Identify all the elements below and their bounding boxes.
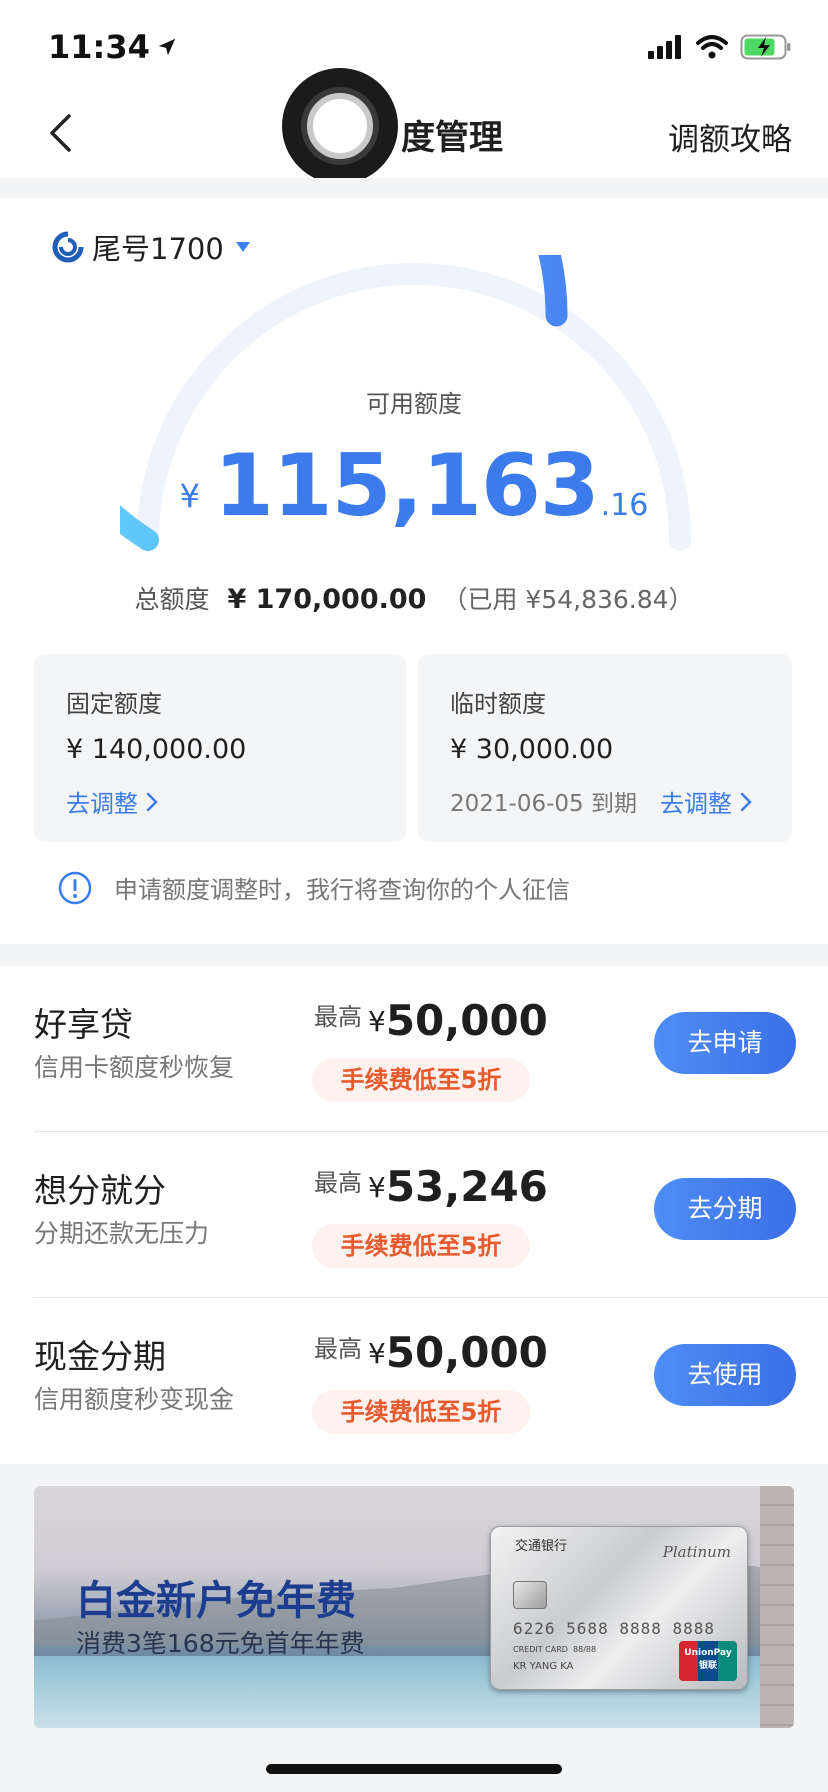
banner-title: 白金新户免年费 [76,1578,356,1624]
available-limit-amount: ¥115,163.16 [0,436,828,536]
nav-bar: 度管理 调额攻略 [0,88,828,178]
use-button[interactable]: 去使用 [654,1344,796,1406]
temporary-limit-amount: ¥ 30,000.00 [450,734,614,765]
record-button-inner [307,93,373,159]
fixed-adjust-label: 去调整 [66,790,138,818]
chevron-right-icon [146,792,158,811]
max-label: 最高 [314,1169,362,1197]
currency-symbol: ¥ [179,477,200,515]
product-max-amount: 最高 ¥50,000 [314,1328,548,1377]
temporary-limit-title: 临时额度 [450,690,546,718]
product-desc: 信用卡额度秒恢复 [34,1053,235,1082]
fee-discount-badge: 手续费低至5折 [312,1058,530,1102]
platinum-card-image: 交通银行 Platinum 6226 5688 8888 8888 CREDIT… [490,1526,748,1690]
product-name: 好享贷 [34,1005,133,1044]
banner-pillar [760,1486,794,1728]
total-limit-line: 总额度 ¥ 170,000.00 （已用 ¥54,836.84） [0,580,828,616]
total-limit-label: 总额度 [134,585,210,614]
card-holder: KR YANG KA [513,1661,574,1672]
battery-charging-icon [740,34,791,60]
status-indicators [648,34,792,60]
product-max-amount: 最高 ¥53,246 [314,1162,548,1211]
home-indicator[interactable] [266,1764,562,1774]
fee-discount-badge: 手续费低至5折 [312,1390,530,1434]
temporary-adjust-label: 去调整 [660,790,732,818]
available-amount-dec: .16 [600,488,649,523]
installment-button[interactable]: 去分期 [654,1178,796,1240]
total-limit-amount: ¥ 170,000.00 [227,584,427,615]
bank-logo-icon [52,231,84,263]
status-time: 11:34 [48,28,178,66]
section-divider [0,944,828,966]
unionpay-text: UnionPay 银联 [684,1648,732,1671]
card-meta: CREDIT CARD 88/88 [513,1645,596,1654]
max-amount-value: 53,246 [385,1162,548,1211]
fixed-limit-title: 固定额度 [66,690,162,718]
temporary-adjust-link[interactable]: 去调整 [660,784,752,819]
product-name: 想分就分 [34,1171,166,1210]
banner-subtitle: 消费3笔168元免首年年费 [76,1629,365,1658]
available-amount-int: 115,163 [213,436,600,536]
product-desc: 分期还款无压力 [34,1219,210,1248]
max-label: 最高 [314,1003,362,1031]
product-max-amount: 最高 ¥50,000 [314,996,548,1045]
product-row: 好享贷 信用卡额度秒恢复 最高 ¥50,000 手续费低至5折 去申请 [0,966,828,1132]
temporary-limit-card: 临时额度 ¥ 30,000.00 2021-06-05 到期 去调整 [418,654,792,842]
status-bar: 11:34 [0,0,828,100]
caret-down-icon [235,242,250,252]
product-name: 现金分期 [34,1337,166,1376]
temporary-expire-date: 2021-06-05 到期 [450,791,637,817]
card-bank-name: 交通银行 [515,1539,568,1554]
card-type: CREDIT CARD [513,1645,568,1654]
info-icon [58,871,92,904]
limit-strategy-link[interactable]: 调额攻略 [668,114,792,159]
unionpay-logo-icon: UnionPay 银联 [679,1641,737,1681]
location-arrow-icon [158,38,176,56]
currency-symbol: ¥ [368,1005,386,1038]
fixed-limit-card: 固定额度 ¥ 140,000.00 去调整 [34,654,406,842]
card-number: 6226 5688 8888 8888 [513,1619,716,1638]
wifi-icon [696,35,728,59]
card-chip-icon [513,1581,547,1609]
screen-record-indicator[interactable] [282,68,398,184]
chevron-right-icon [740,792,752,811]
notice-text: 申请额度调整时，我行将查询你的个人征信 [114,876,570,904]
currency-symbol: ¥ [368,1337,386,1370]
credit-check-notice: 申请额度调整时，我行将查询你的个人征信 [58,870,570,905]
section-divider [0,178,828,198]
used-amount: （已用 ¥54,836.84） [442,585,694,614]
apply-button[interactable]: 去申请 [654,1012,796,1074]
status-time-text: 11:34 [48,28,150,66]
card-tier: Platinum [662,1543,731,1561]
product-desc: 信用额度秒变现金 [34,1385,235,1414]
max-amount-value: 50,000 [385,1328,548,1377]
product-row: 现金分期 信用额度秒变现金 最高 ¥50,000 手续费低至5折 去使用 [0,1298,828,1464]
product-row: 想分就分 分期还款无压力 最高 ¥53,246 手续费低至5折 去分期 [0,1132,828,1298]
max-amount-value: 50,000 [385,996,548,1045]
signal-icon [648,35,681,59]
promo-banner[interactable]: 白金新户免年费 消费3笔168元免首年年费 交通银行 Platinum 6226… [34,1486,794,1728]
max-label: 最高 [314,1335,362,1363]
fee-discount-badge: 手续费低至5折 [312,1224,530,1268]
fixed-adjust-link[interactable]: 去调整 [66,784,158,819]
available-limit-label: 可用额度 [366,390,462,418]
fixed-limit-amount: ¥ 140,000.00 [66,734,247,765]
currency-symbol: ¥ [368,1171,386,1204]
card-valid: 88/88 [573,1645,597,1654]
